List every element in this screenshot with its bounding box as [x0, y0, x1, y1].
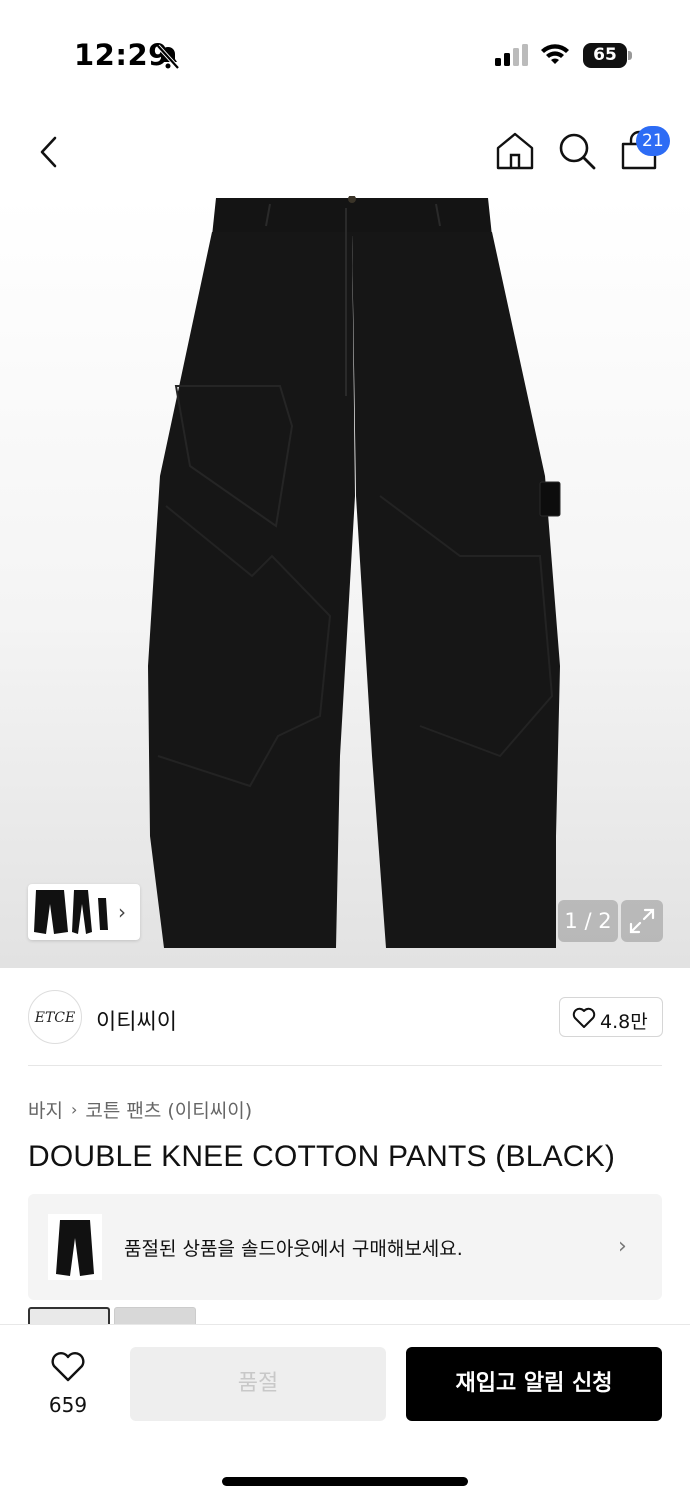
expand-button[interactable]	[621, 900, 663, 942]
product-image	[148, 196, 561, 948]
breadcrumb: 바지 › 코튼 팬츠 (이티씨이)	[28, 1096, 252, 1123]
chevron-right-icon: ›	[70, 1100, 78, 1119]
brand-like-count: 4.8만	[600, 1011, 648, 1033]
brand-logo[interactable]: ETCE	[28, 990, 82, 1044]
back-chevron-icon[interactable]	[30, 132, 70, 172]
bell-slash-icon	[156, 44, 180, 70]
color-swatch-charcoal[interactable]	[114, 1307, 196, 1325]
gallery-page-indicator: 1 / 2	[558, 900, 618, 942]
breadcrumb-category[interactable]: 바지	[28, 1096, 63, 1123]
battery-icon: 65	[583, 43, 627, 68]
home-indicator	[222, 1477, 468, 1486]
brand-name[interactable]: 이티씨이	[96, 1004, 177, 1036]
section-divider	[28, 1065, 662, 1066]
soldout-banner[interactable]: 품절된 상품을 솔드아웃에서 구매해보세요. ›	[28, 1194, 662, 1300]
soldout-banner-text: 품절된 상품을 솔드아웃에서 구매해보세요.	[124, 1238, 463, 1260]
wishlist-count: 659	[48, 1393, 88, 1417]
wifi-icon	[541, 44, 569, 64]
chevron-right-icon: ›	[618, 1234, 627, 1259]
soldout-product-thumbnail	[48, 1214, 102, 1280]
chevron-right-icon[interactable]: ›	[118, 900, 126, 924]
breadcrumb-subcategory[interactable]: 코튼 팬츠 (이티씨이)	[85, 1096, 252, 1123]
home-icon[interactable]	[494, 130, 536, 172]
brand-like-button[interactable]: 4.8만	[559, 997, 663, 1037]
expand-icon	[629, 908, 655, 934]
product-title: DOUBLE KNEE COTTON PANTS (BLACK)	[28, 1140, 616, 1173]
heart-icon	[572, 1007, 596, 1028]
cart-count-badge: 21	[636, 126, 670, 156]
brand-row[interactable]: ETCE 이티씨이 4.8만	[0, 968, 690, 1066]
search-icon[interactable]	[556, 130, 598, 172]
battery-tip	[628, 51, 632, 60]
status-bar: 12:29 65	[0, 0, 690, 110]
restock-alert-button[interactable]: 재입고 알림 신청	[406, 1347, 662, 1421]
soldout-button: 품절	[130, 1347, 386, 1421]
heart-icon	[51, 1352, 85, 1382]
color-swatch-black[interactable]	[28, 1307, 110, 1325]
status-time: 12:29	[74, 38, 169, 72]
thumbnail-image	[34, 890, 108, 934]
top-nav	[0, 110, 690, 196]
bottom-action-bar: 659 품절 재입고 알림 신청	[0, 1324, 690, 1500]
product-image-gallery[interactable]: › 1 / 2	[0, 196, 690, 968]
cellular-signal-icon	[495, 44, 528, 66]
wishlist-button[interactable]: 659	[28, 1347, 108, 1427]
